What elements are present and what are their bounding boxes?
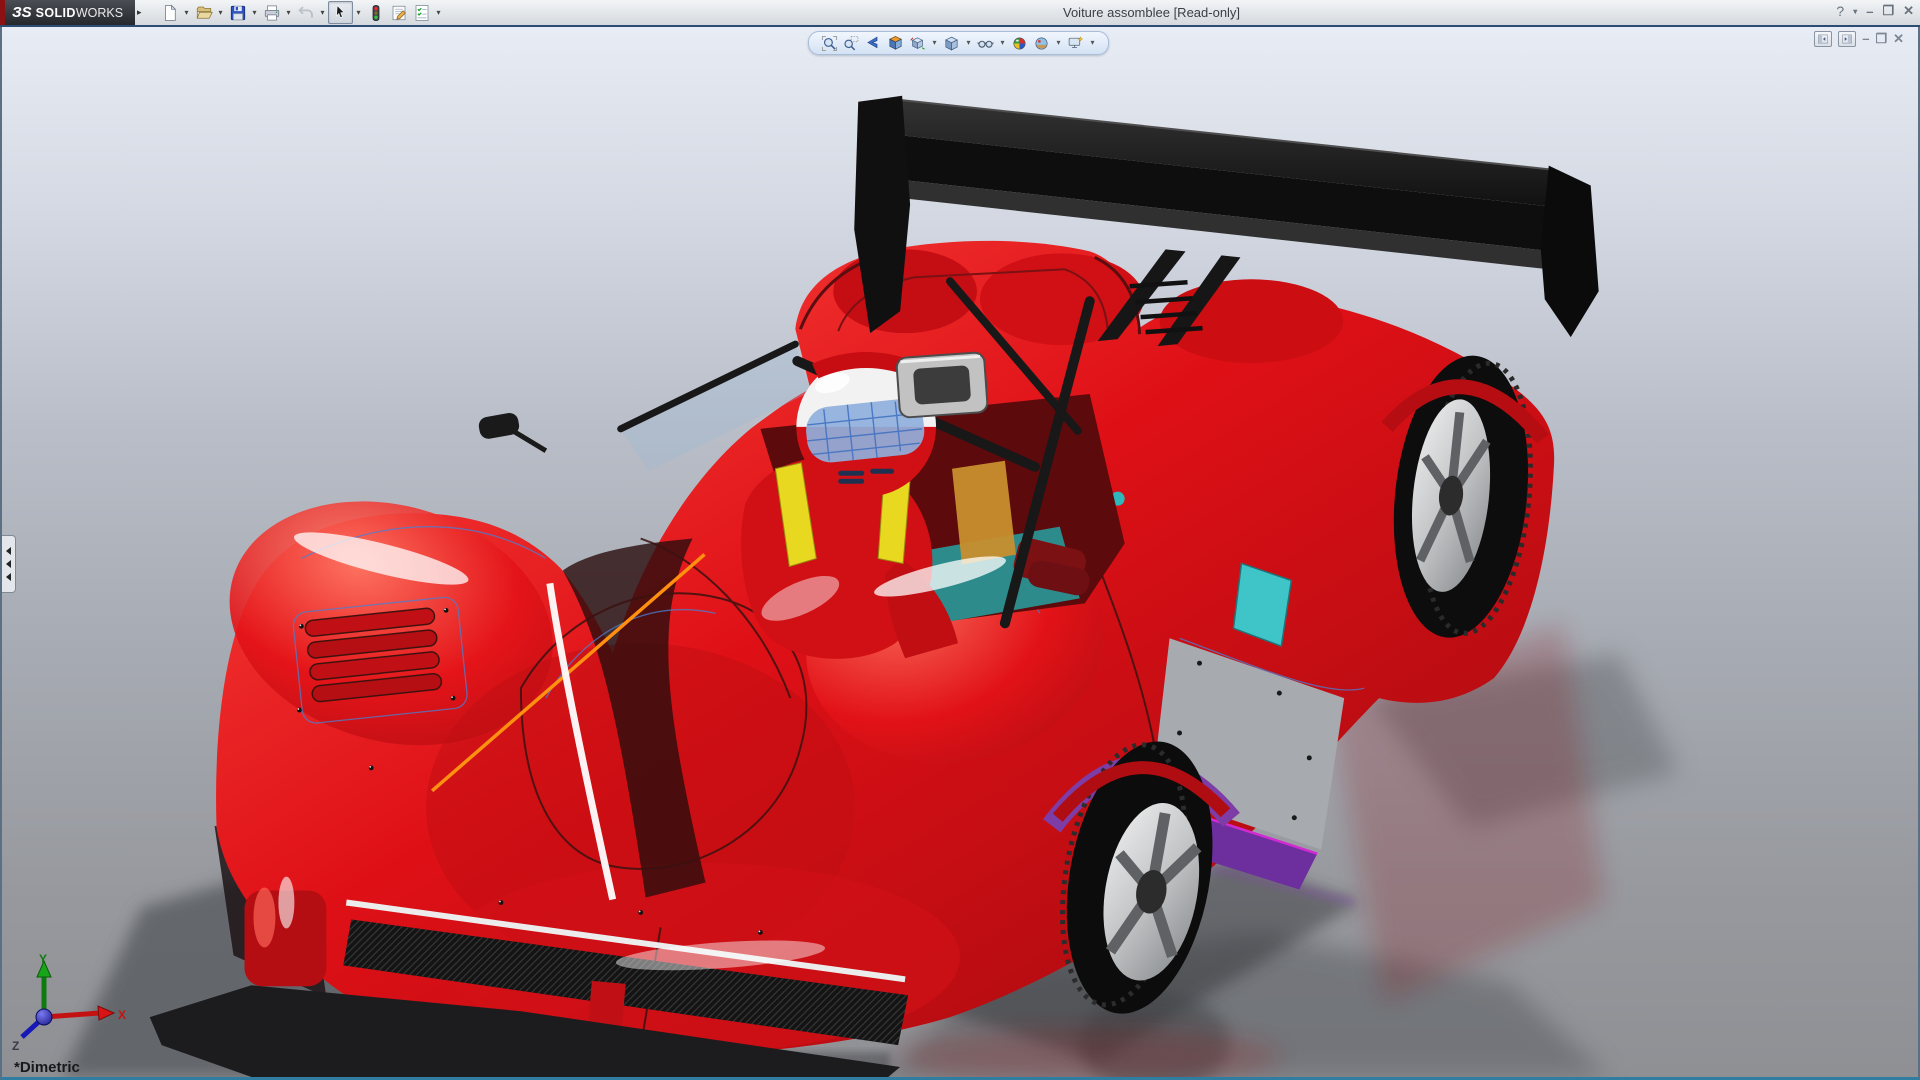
document-restore-button[interactable]: ❐ [1875, 32, 1887, 46]
main-toolbar: ▾ ▾ ▾ ▾ ▾ ▾ ▾ [158, 1, 444, 24]
open-dropdown[interactable]: ▾ [215, 2, 226, 23]
previous-view-icon [865, 35, 882, 52]
hide-show-items-dropdown[interactable]: ▾ [997, 33, 1008, 53]
new-document-dropdown[interactable]: ▾ [181, 2, 192, 23]
pane-next-icon [1841, 34, 1853, 44]
display-style-icon [943, 35, 960, 52]
previous-view-button[interactable] [863, 33, 884, 53]
open-folder-icon [195, 4, 213, 22]
select-dropdown[interactable]: ▾ [353, 2, 364, 23]
solidworks-logo: ЗS SOLID WORKS [5, 0, 135, 25]
pane-previous-button[interactable] [1814, 31, 1833, 47]
heads-up-view-toolbar: ▾ ▾ ▾ ▾ ▾ [808, 31, 1109, 55]
view-settings-button[interactable] [1065, 33, 1086, 53]
brand-bold: SOLID [35, 5, 76, 20]
close-button[interactable]: ✕ [1903, 3, 1914, 19]
document-minimize-button[interactable]: – [1862, 32, 1869, 46]
feature-tree-collapsed-tab[interactable] [2, 535, 16, 593]
menu-expand-arrow[interactable]: ▸ [137, 7, 142, 18]
save-dropdown[interactable]: ▾ [249, 2, 260, 23]
solidworks-logo-glyph: ЗS [12, 4, 32, 21]
save-button[interactable] [226, 2, 249, 23]
undo-icon [297, 4, 315, 22]
solidworks-window: ЗS SOLID WORKS ▸ ▾ ▾ ▾ ▾ ▾ ▾ ▾ Voiture assomble… [0, 0, 1920, 1080]
print-icon [263, 4, 281, 22]
hide-show-items-icon [977, 35, 994, 52]
race-car-model[interactable] [2, 27, 1918, 1077]
display-style-button[interactable] [941, 33, 962, 53]
triad-z-label: Z [12, 1039, 19, 1053]
new-document-button[interactable] [158, 2, 181, 23]
checklist-icon [413, 4, 431, 22]
view-orientation-dropdown[interactable]: ▾ [929, 33, 940, 53]
design-checker-dropdown[interactable]: ▾ [433, 2, 444, 23]
zoom-to-area-icon [843, 35, 860, 52]
section-view-icon [887, 35, 904, 52]
document-window-controls: – ❐ ✕ [1814, 31, 1904, 47]
new-document-icon [161, 4, 179, 22]
pane-previous-icon [1817, 34, 1829, 44]
apply-scene-button[interactable] [1031, 33, 1052, 53]
zoom-to-fit-button[interactable] [819, 33, 840, 53]
select-cursor-icon [332, 4, 350, 22]
traffic-light-icon [367, 4, 385, 22]
interference-check-button[interactable] [364, 2, 387, 23]
undo-button[interactable] [294, 2, 317, 23]
comment-button[interactable] [387, 2, 410, 23]
minimize-button[interactable]: – [1866, 4, 1873, 19]
edit-appearance-button[interactable] [1009, 33, 1030, 53]
view-orientation-icon [909, 35, 926, 52]
zoom-to-area-button[interactable] [841, 33, 862, 53]
brand-light: WORKS [75, 5, 124, 20]
print-dropdown[interactable]: ▾ [283, 2, 294, 23]
undo-dropdown[interactable]: ▾ [317, 2, 328, 23]
orientation-triad: Y X Z [12, 953, 126, 1053]
pane-next-button[interactable] [1838, 31, 1857, 47]
document-title: Voiture assomblee [Read-only] [1063, 5, 1241, 20]
restore-button[interactable]: ❐ [1882, 3, 1894, 19]
triad-y-label: Y [39, 953, 47, 966]
save-floppy-icon [229, 4, 247, 22]
graphics-viewport[interactable]: ▾ ▾ ▾ ▾ ▾ – ❐ ✕ Y X Z *Dimetric [0, 27, 1920, 1080]
view-orientation-button[interactable] [907, 33, 928, 53]
collapse-arrow-icon [6, 573, 11, 581]
edit-appearance-icon [1011, 35, 1028, 52]
zoom-to-fit-icon [821, 35, 838, 52]
print-button[interactable] [260, 2, 283, 23]
document-close-button[interactable]: ✕ [1893, 32, 1904, 46]
help-button[interactable]: ? [1836, 3, 1844, 19]
select-button[interactable] [328, 1, 353, 24]
triad-x-label: X [118, 1008, 126, 1022]
hide-show-items-button[interactable] [975, 33, 996, 53]
notepad-icon [390, 4, 408, 22]
design-checker-button[interactable] [410, 2, 433, 23]
window-controls: ? ▾ – ❐ ✕ [1836, 3, 1914, 19]
view-orientation-label: *Dimetric [14, 1059, 80, 1076]
collapse-arrow-icon [6, 547, 11, 555]
apply-scene-dropdown[interactable]: ▾ [1053, 33, 1064, 53]
section-view-button[interactable] [885, 33, 906, 53]
display-style-dropdown[interactable]: ▾ [963, 33, 974, 53]
help-dropdown[interactable]: ▾ [1853, 7, 1857, 16]
title-bar: ЗS SOLID WORKS ▸ ▾ ▾ ▾ ▾ ▾ ▾ ▾ Voiture assomble… [0, 0, 1920, 26]
view-settings-icon [1067, 35, 1084, 52]
collapse-arrow-icon [6, 560, 11, 568]
apply-scene-icon [1033, 35, 1050, 52]
open-button[interactable] [192, 2, 215, 23]
view-settings-dropdown[interactable]: ▾ [1087, 33, 1098, 53]
